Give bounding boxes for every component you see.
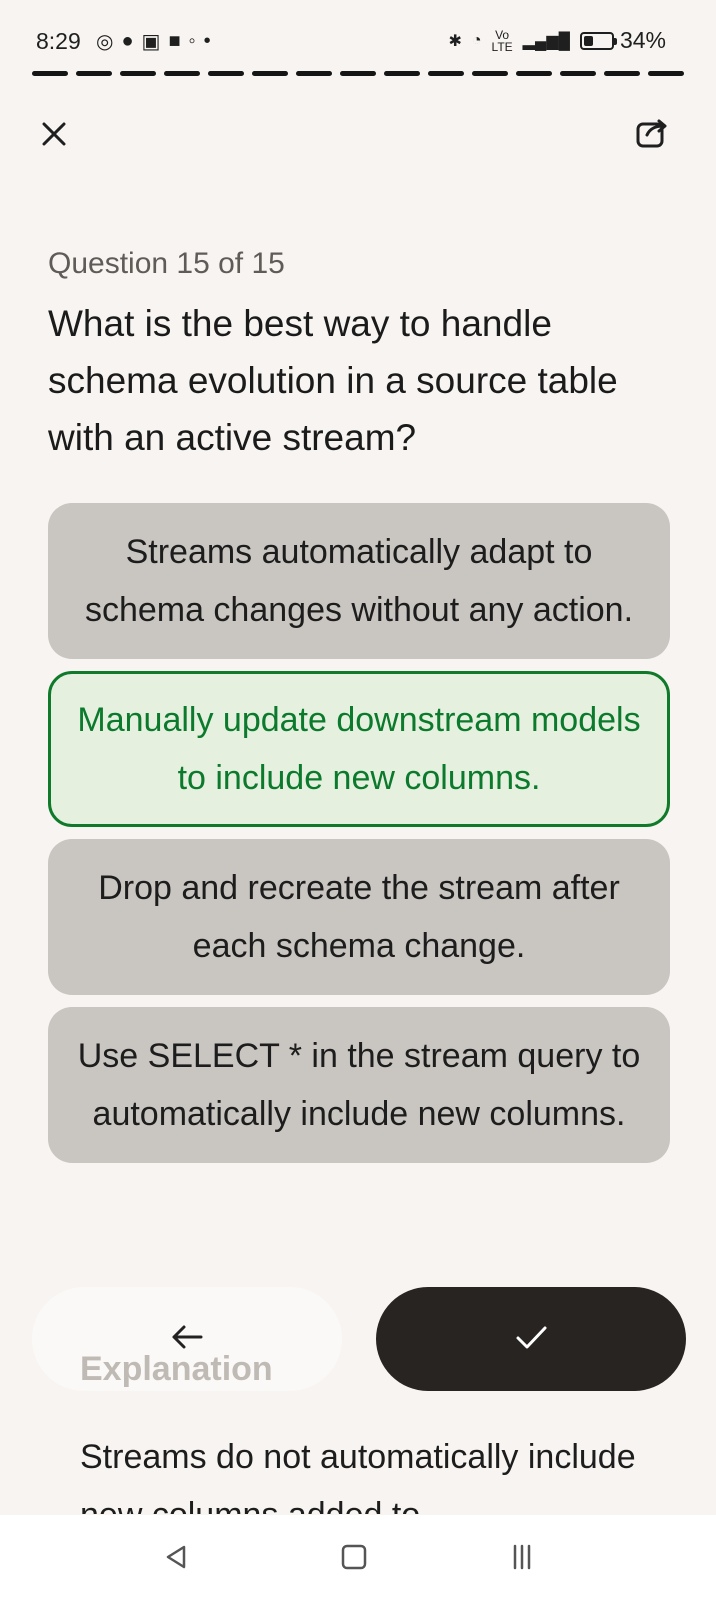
- progress-segment: [120, 71, 156, 76]
- lte-label-top: Vo: [495, 27, 510, 42]
- status-time: 8:29: [36, 28, 81, 54]
- answer-options: Streams automatically adapt to schema ch…: [48, 503, 670, 1175]
- group-icon: ▣: [141, 31, 161, 53]
- s-app-icon: ■: [168, 30, 181, 52]
- status-bar: 8:29 ◎ ● ▣ ■ ◦ • ✱ ◔ Vo LTE ▂▄▆█ 34%: [0, 0, 716, 84]
- close-button[interactable]: [34, 114, 74, 154]
- progress-segment: [604, 71, 640, 76]
- answer-option-label: Use SELECT * in the stream query to auto…: [77, 1037, 641, 1133]
- answer-option-label: Streams automatically adapt to schema ch…: [84, 533, 634, 629]
- close-icon: [42, 122, 66, 146]
- explanation-clip: Streams do not automatically include new…: [0, 1428, 716, 1514]
- system-navigation-bar: [0, 1515, 716, 1600]
- wifi-icon: ◔: [471, 31, 482, 49]
- lte-label-bottom: LTE: [491, 39, 513, 54]
- progress-segment: [648, 71, 684, 76]
- nav-back-icon: [166, 1545, 186, 1569]
- question-text: What is the best way to handle schema ev…: [48, 303, 618, 458]
- progress-segment: [516, 71, 552, 76]
- submit-button[interactable]: [376, 1287, 686, 1391]
- progress-segment: [32, 71, 68, 76]
- battery-fill: [583, 35, 593, 46]
- lte-icon: Vo LTE: [492, 29, 513, 53]
- answer-option[interactable]: Streams automatically adapt to schema ch…: [48, 503, 670, 659]
- battery-percent: 34%: [619, 27, 666, 53]
- nav-back-button[interactable]: [160, 1541, 192, 1573]
- share-icon: [636, 119, 667, 148]
- progress-segment: [428, 71, 464, 76]
- bluetooth-icon: ✱: [448, 32, 462, 50]
- olx-icon: ◦: [188, 30, 196, 52]
- nav-recents-icon: [513, 1544, 531, 1570]
- battery-indicator: 34%: [579, 27, 666, 54]
- nav-recents-button[interactable]: [506, 1541, 538, 1573]
- nav-home-icon: [341, 1544, 367, 1570]
- notification-icons: ◎ ● ▣ ■ ◦ •: [96, 29, 211, 54]
- dot-icon: •: [203, 30, 211, 52]
- progress-segment: [560, 71, 596, 76]
- progress-segment: [296, 71, 332, 76]
- checkmark-icon: [516, 1326, 547, 1349]
- progress-segment: [76, 71, 112, 76]
- whatsapp-icon: ◎: [96, 31, 114, 53]
- answer-option-label: Drop and recreate the stream after each …: [98, 869, 620, 965]
- question-counter: Question 15 of 15: [48, 247, 285, 280]
- system-icons: ✱ ◔ Vo LTE ▂▄▆█ 34%: [448, 27, 666, 54]
- nav-home-button[interactable]: [338, 1541, 370, 1573]
- answer-option-selected[interactable]: Manually update downstream models to inc…: [48, 671, 670, 827]
- chat-bubble-icon: ●: [121, 30, 134, 52]
- share-button[interactable]: [632, 112, 672, 152]
- quiz-progress-bar: [32, 71, 684, 76]
- battery-icon: [579, 31, 617, 50]
- explanation-title: Explanation: [80, 1350, 273, 1388]
- progress-segment: [252, 71, 288, 76]
- explanation-text: Streams do not automatically include new…: [80, 1438, 636, 1514]
- progress-segment: [384, 71, 420, 76]
- progress-segment: [472, 71, 508, 76]
- answer-option[interactable]: Use SELECT * in the stream query to auto…: [48, 1007, 670, 1163]
- progress-segment: [208, 71, 244, 76]
- answer-option-label: Manually update downstream models to inc…: [77, 701, 641, 797]
- progress-segment: [340, 71, 376, 76]
- signal-icon: ▂▄▆█: [522, 32, 570, 50]
- answer-option[interactable]: Drop and recreate the stream after each …: [48, 839, 670, 995]
- progress-segment: [164, 71, 200, 76]
